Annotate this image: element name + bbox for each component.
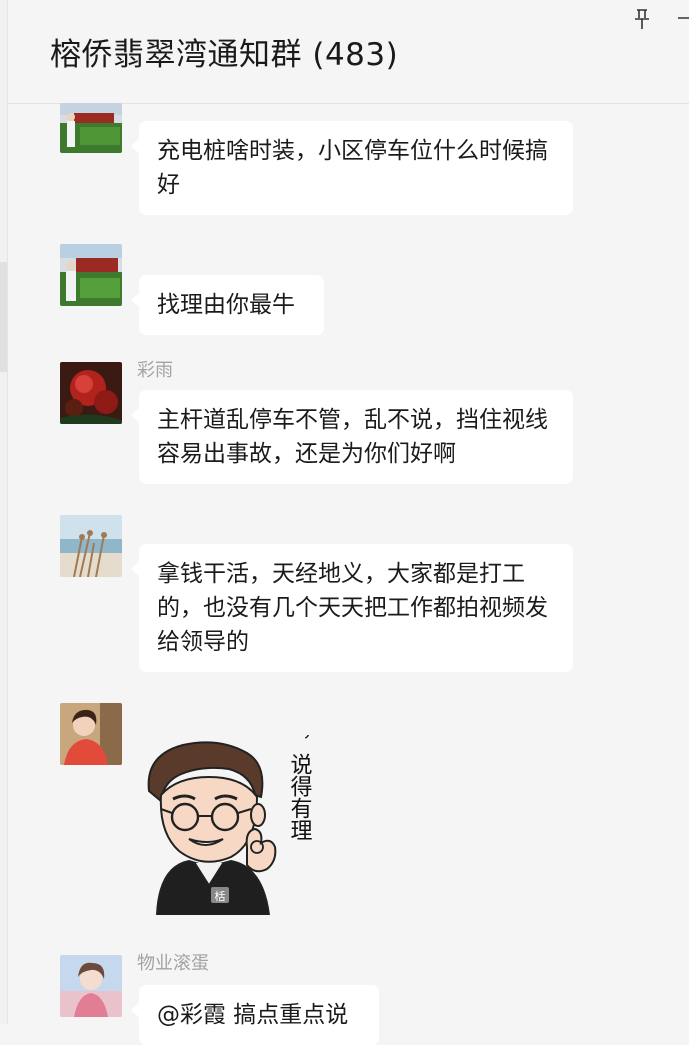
message-bubble[interactable]: 拿钱干活，天经地义，大家都是打工的，也没有几个天天把工作都拍视频发给领导的 (131, 544, 573, 672)
sticker-image[interactable]: 栝 噢，说得有理 (139, 735, 315, 915)
chat-header: 榕侨翡翠湾通知群 (483) (8, 0, 689, 104)
more-icon[interactable] (676, 4, 689, 32)
avatar[interactable] (60, 515, 122, 577)
avatar[interactable] (60, 955, 122, 1017)
avatar[interactable] (60, 244, 122, 306)
pin-icon[interactable] (631, 4, 653, 32)
message-bubble[interactable]: 充电桩啥时装，小区停车位什么时候搞好 (131, 121, 573, 215)
left-scrollbar-thumb[interactable] (0, 262, 7, 372)
sender-name: 彩雨 (137, 360, 173, 381)
message-text: 找理由你最牛 (157, 292, 295, 318)
message-text: 主杆道乱停车不管，乱不说，挡住视线容易出事故，还是为你们好啊 (157, 407, 548, 467)
sticker-text: 噢，说得有理 (287, 735, 313, 841)
message-bubble[interactable]: @彩霞 搞点重点说 (131, 985, 379, 1045)
message-text: 拿钱干活，天经地义，大家都是打工的，也没有几个天天把工作都拍视频发给领导的 (157, 561, 548, 655)
message-text: 充电桩啥时装，小区停车位什么时候搞好 (157, 138, 548, 198)
message-bubble[interactable]: 主杆道乱停车不管，乱不说，挡住视线容易出事故，还是为你们好啊 (131, 390, 573, 484)
left-scrollbar[interactable] (0, 0, 8, 1024)
avatar[interactable] (60, 362, 122, 424)
sticker-badge: 栝 (215, 889, 226, 903)
sender-name: 物业滚蛋 (137, 953, 209, 974)
message-bubble[interactable]: 找理由你最牛 (131, 275, 324, 335)
chat-title: 榕侨翡翠湾通知群 (483) (50, 37, 399, 73)
message-text: @彩霞 搞点重点说 (157, 1002, 349, 1028)
avatar[interactable] (60, 703, 122, 765)
avatar[interactable] (60, 103, 122, 153)
